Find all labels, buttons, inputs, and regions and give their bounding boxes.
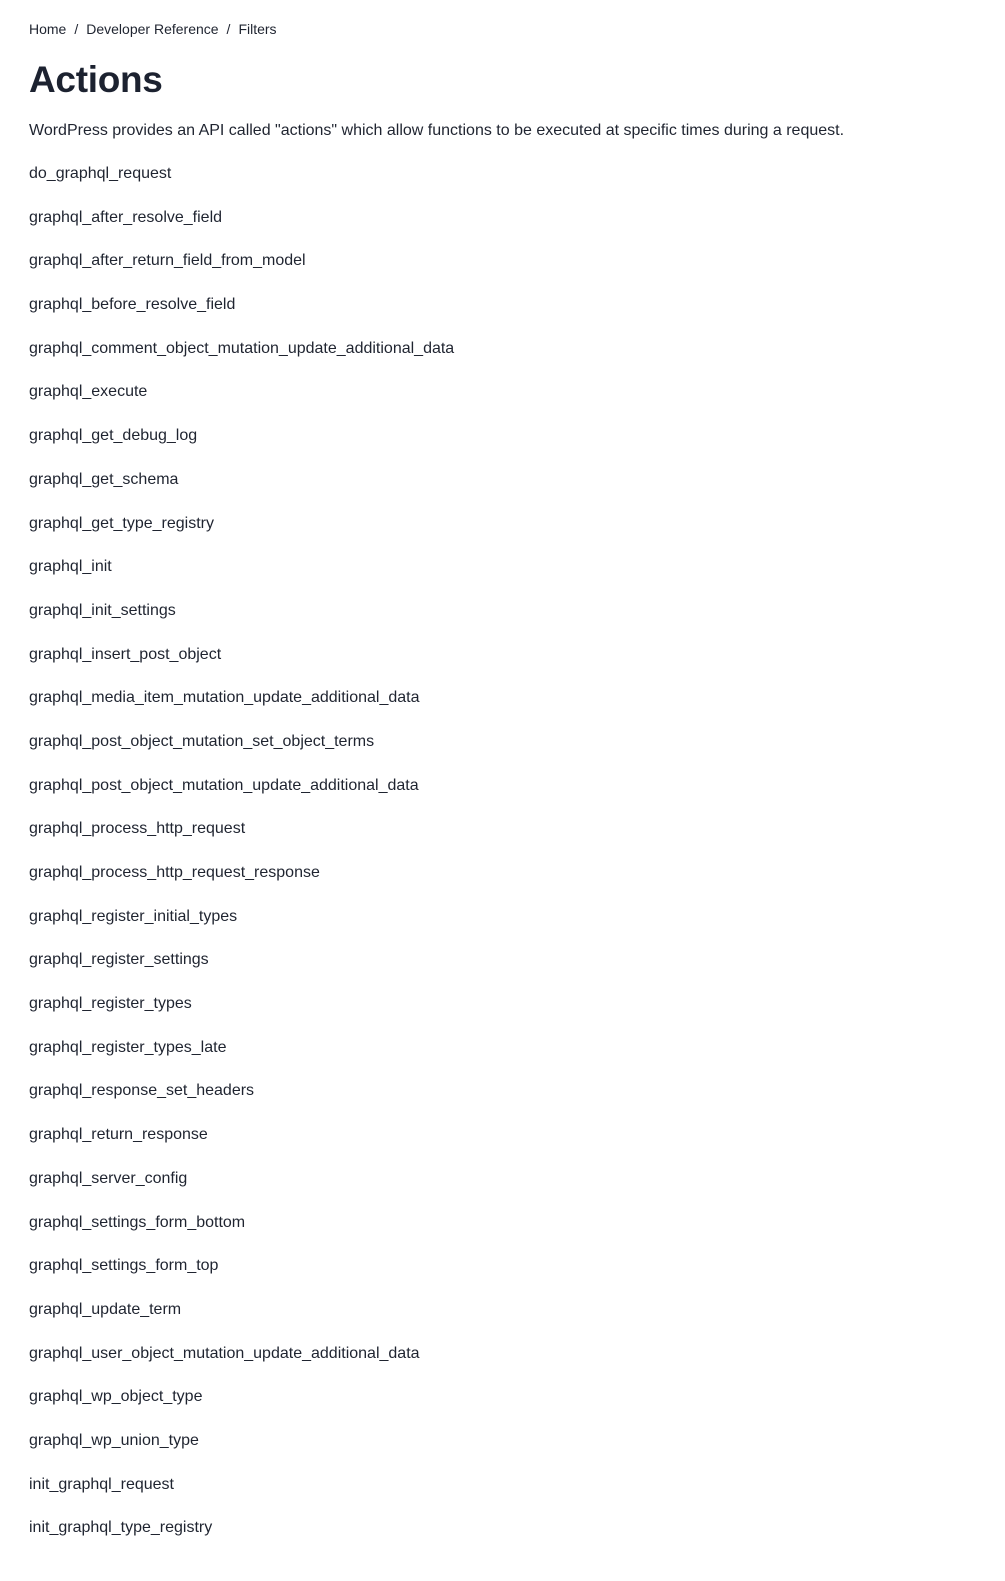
- action-link[interactable]: graphql_response_set_headers: [29, 1082, 254, 1099]
- action-link[interactable]: graphql_get_type_registry: [29, 515, 214, 532]
- action-list-item: graphql_process_http_request: [29, 817, 454, 861]
- action-list-item: graphql_settings_form_bottom: [29, 1211, 454, 1255]
- action-list-item: init_graphql_type_registry: [29, 1516, 454, 1560]
- action-link[interactable]: graphql_register_settings: [29, 951, 209, 968]
- action-list-item: graphql_execute: [29, 380, 454, 424]
- action-list-item: graphql_wp_object_type: [29, 1385, 454, 1429]
- breadcrumb: Home / Developer Reference / Filters: [29, 19, 277, 39]
- action-link[interactable]: graphql_wp_union_type: [29, 1432, 199, 1449]
- action-link[interactable]: graphql_register_types_late: [29, 1039, 226, 1056]
- action-link[interactable]: graphql_post_object_mutation_set_object_…: [29, 733, 374, 750]
- action-list-item: graphql_get_schema: [29, 468, 454, 512]
- action-list-item: graphql_process_http_request_response: [29, 861, 454, 905]
- action-list-item: graphql_insert_post_object: [29, 643, 454, 687]
- action-list-item: graphql_wp_union_type: [29, 1429, 454, 1473]
- action-link[interactable]: graphql_execute: [29, 383, 147, 400]
- action-link[interactable]: graphql_process_http_request: [29, 820, 245, 837]
- breadcrumb-home[interactable]: Home: [29, 19, 66, 39]
- action-link[interactable]: init_graphql_type_registry: [29, 1519, 212, 1536]
- action-list-item: graphql_register_types: [29, 992, 454, 1036]
- action-list-item: graphql_register_settings: [29, 948, 454, 992]
- action-list-item: graphql_response_set_headers: [29, 1079, 454, 1123]
- action-link[interactable]: graphql_register_types: [29, 995, 192, 1012]
- action-list-item: graphql_settings_form_top: [29, 1254, 454, 1298]
- breadcrumb-separator: /: [74, 21, 79, 37]
- action-link[interactable]: graphql_update_term: [29, 1301, 181, 1318]
- action-list-item: graphql_init_settings: [29, 599, 454, 643]
- action-link[interactable]: graphql_register_initial_types: [29, 908, 237, 925]
- action-list-item: graphql_register_initial_types: [29, 905, 454, 949]
- action-list-item: graphql_post_object_mutation_update_addi…: [29, 774, 454, 818]
- action-list-item: graphql_media_item_mutation_update_addit…: [29, 686, 454, 730]
- action-link[interactable]: graphql_settings_form_bottom: [29, 1214, 245, 1231]
- action-link[interactable]: graphql_process_http_request_response: [29, 864, 320, 881]
- action-list-item: graphql_after_resolve_field: [29, 206, 454, 250]
- action-link[interactable]: do_graphql_request: [29, 165, 171, 182]
- action-link[interactable]: graphql_server_config: [29, 1170, 187, 1187]
- action-list-item: graphql_register_types_late: [29, 1036, 454, 1080]
- action-list-item: graphql_get_debug_log: [29, 424, 454, 468]
- action-list-item: graphql_comment_object_mutation_update_a…: [29, 337, 454, 381]
- action-list-item: graphql_user_object_mutation_update_addi…: [29, 1342, 454, 1386]
- action-list-item: graphql_init: [29, 555, 454, 599]
- breadcrumb-filters[interactable]: Filters: [238, 19, 276, 39]
- action-link[interactable]: graphql_init_settings: [29, 602, 176, 619]
- action-link[interactable]: graphql_comment_object_mutation_update_a…: [29, 340, 454, 357]
- breadcrumb-separator: /: [226, 21, 231, 37]
- action-link[interactable]: graphql_get_debug_log: [29, 427, 197, 444]
- action-link[interactable]: graphql_return_response: [29, 1126, 208, 1143]
- action-link[interactable]: graphql_after_return_field_from_model: [29, 252, 306, 269]
- action-list-item: do_graphql_request: [29, 162, 454, 206]
- action-list-item: init_graphql_request: [29, 1473, 454, 1517]
- action-link[interactable]: graphql_post_object_mutation_update_addi…: [29, 777, 419, 794]
- breadcrumb-developer-reference[interactable]: Developer Reference: [86, 19, 218, 39]
- action-link[interactable]: graphql_settings_form_top: [29, 1257, 218, 1274]
- action-link[interactable]: init_graphql_request: [29, 1476, 174, 1493]
- action-link[interactable]: graphql_wp_object_type: [29, 1388, 202, 1405]
- action-link[interactable]: graphql_user_object_mutation_update_addi…: [29, 1345, 420, 1362]
- action-link[interactable]: graphql_after_resolve_field: [29, 209, 222, 226]
- action-list-item: graphql_before_resolve_field: [29, 293, 454, 337]
- page-title: Actions: [29, 59, 163, 100]
- action-list-item: graphql_return_response: [29, 1123, 454, 1167]
- action-link[interactable]: graphql_init: [29, 558, 112, 575]
- action-list-item: graphql_after_return_field_from_model: [29, 249, 454, 293]
- action-list-item: graphql_update_term: [29, 1298, 454, 1342]
- action-link[interactable]: graphql_media_item_mutation_update_addit…: [29, 689, 420, 706]
- action-link[interactable]: graphql_get_schema: [29, 471, 178, 488]
- action-link[interactable]: graphql_before_resolve_field: [29, 296, 235, 313]
- action-list-item: graphql_get_type_registry: [29, 512, 454, 556]
- action-list-item: graphql_post_object_mutation_set_object_…: [29, 730, 454, 774]
- actions-list: do_graphql_request graphql_after_resolve_…: [29, 162, 454, 1560]
- page-intro: WordPress provides an API called "action…: [29, 122, 845, 139]
- action-list-item: graphql_server_config: [29, 1167, 454, 1211]
- action-link[interactable]: graphql_insert_post_object: [29, 646, 221, 663]
